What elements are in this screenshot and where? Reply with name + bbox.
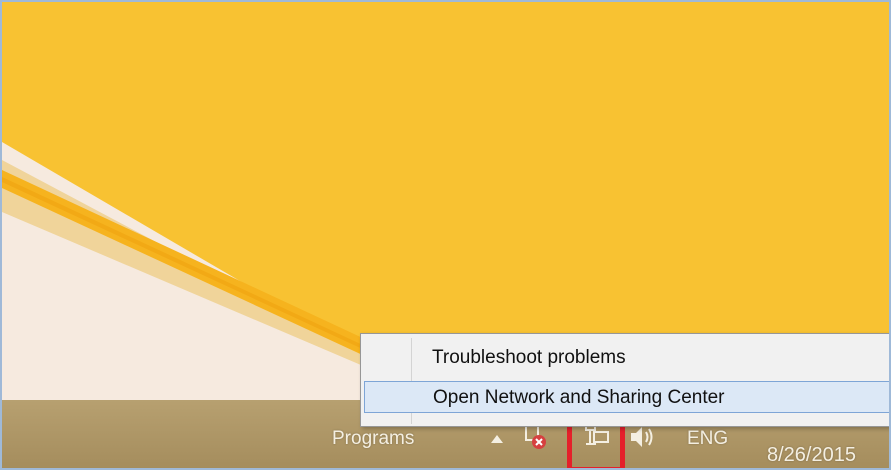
- menu-item-open-network-sharing-center[interactable]: Open Network and Sharing Center: [364, 381, 889, 413]
- language-indicator[interactable]: ENG: [687, 428, 728, 450]
- menu-item-label: Open Network and Sharing Center: [433, 387, 725, 408]
- volume-icon[interactable]: [629, 424, 655, 450]
- menu-item-label: Troubleshoot problems: [432, 347, 626, 368]
- clock-date[interactable]: 8/26/2015: [767, 444, 856, 467]
- desktop: Programs ENG 8/26/2015 Troubleshoot prob…: [0, 0, 891, 470]
- show-hidden-icons-arrow-icon[interactable]: [490, 434, 504, 444]
- programs-toolbar-label[interactable]: Programs: [332, 428, 414, 450]
- menu-item-troubleshoot-problems[interactable]: Troubleshoot problems: [364, 342, 889, 374]
- network-context-menu: Troubleshoot problems Open Network and S…: [360, 333, 889, 427]
